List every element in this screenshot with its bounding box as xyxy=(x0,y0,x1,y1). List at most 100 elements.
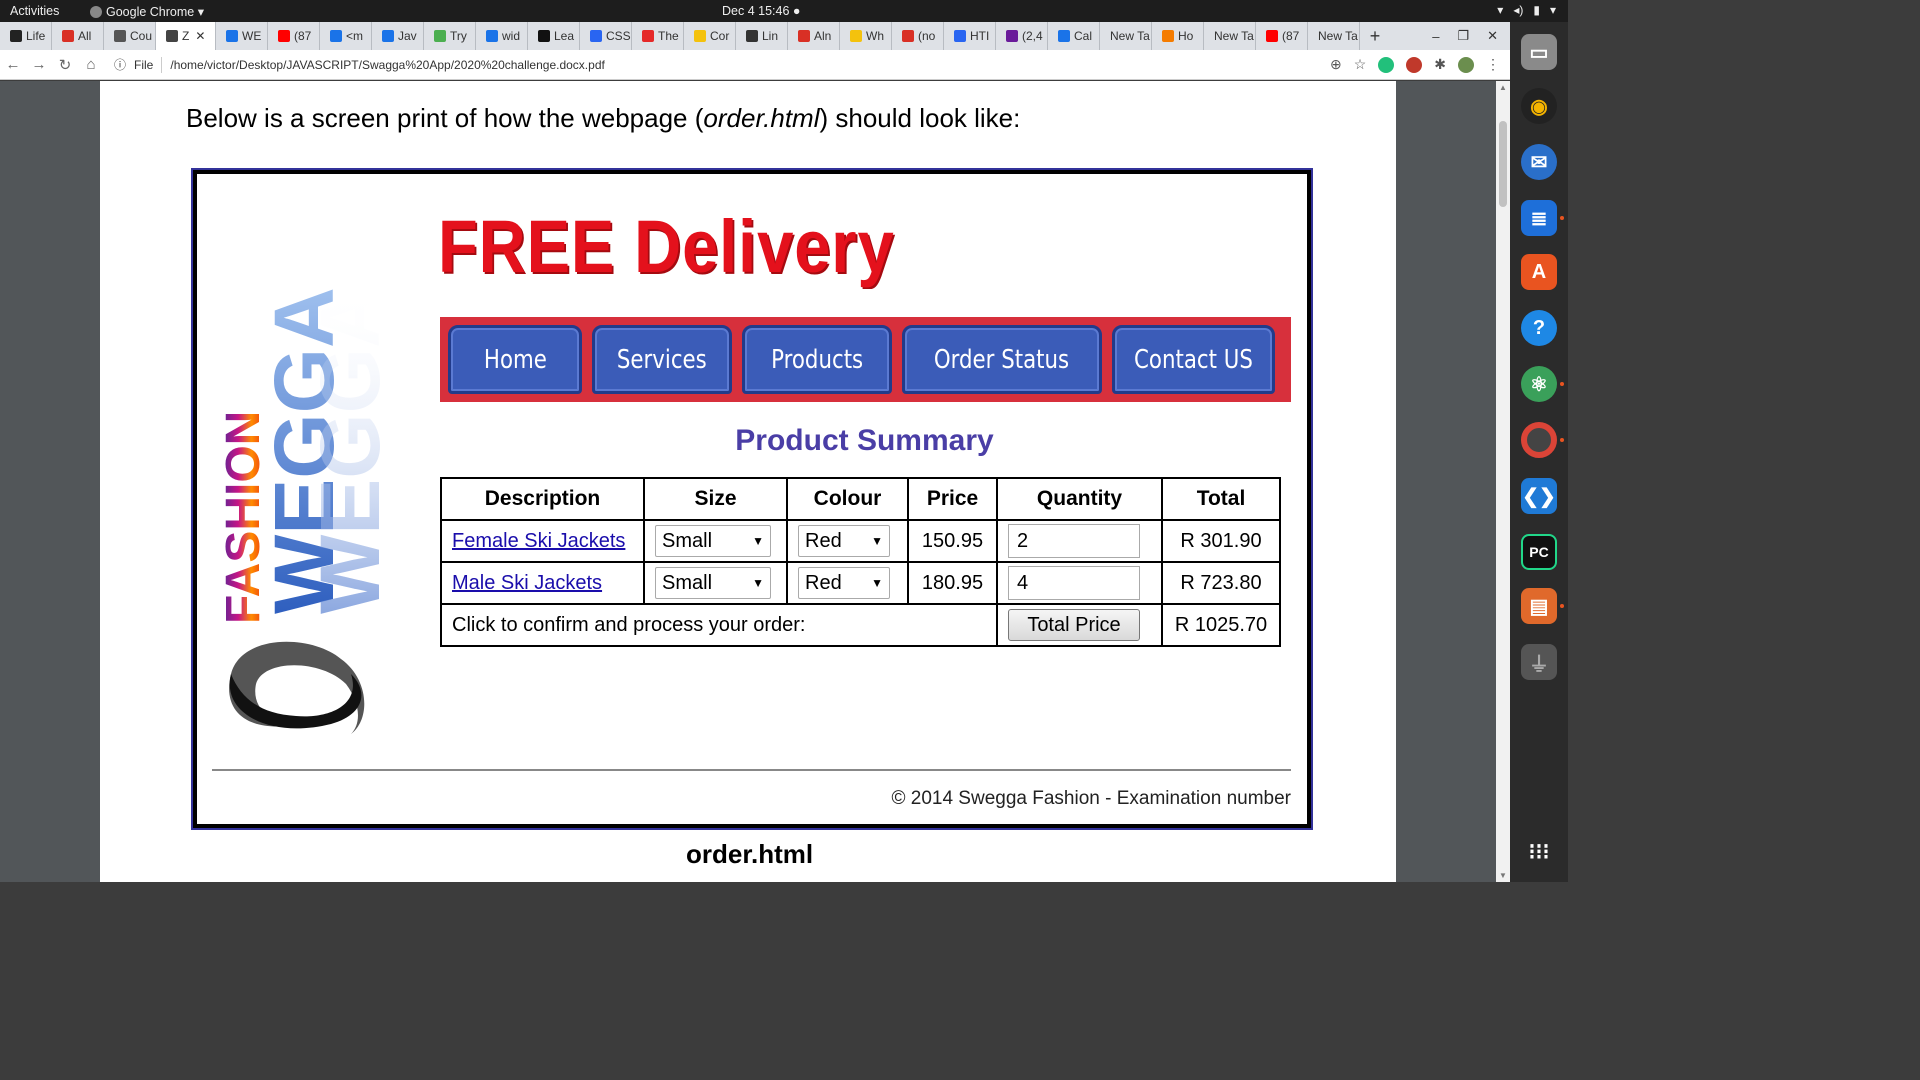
footer-divider xyxy=(212,769,1291,771)
bug-extension-icon[interactable] xyxy=(1406,56,1423,73)
browser-tab[interactable]: CSS xyxy=(580,22,632,50)
browser-tab[interactable]: HTI xyxy=(944,22,996,50)
home-icon[interactable]: ⌂ xyxy=(78,56,104,73)
browser-tab[interactable]: Aln xyxy=(788,22,840,50)
browser-tab[interactable]: (no xyxy=(892,22,944,50)
browser-tab[interactable]: Ho xyxy=(1152,22,1204,50)
atom-icon[interactable]: ⚛ xyxy=(1521,366,1557,402)
browser-tab[interactable]: Lin xyxy=(736,22,788,50)
scrollbar-thumb[interactable] xyxy=(1499,121,1507,207)
product-link[interactable]: Female Ski Jackets xyxy=(452,530,625,552)
browser-tab[interactable]: (2,4 xyxy=(996,22,1048,50)
chrome-icon[interactable] xyxy=(1521,422,1557,458)
bookmark-star-icon[interactable]: ☆ xyxy=(1354,56,1367,73)
system-tray[interactable]: ▾ ◂) ▮ ▾ xyxy=(1497,3,1556,17)
chrome-menu-icon[interactable]: ⋮ xyxy=(1486,56,1500,73)
tab-label: Lea xyxy=(554,29,575,43)
browser-tab[interactable]: New Ta xyxy=(1204,22,1256,50)
scroll-down-icon[interactable]: ▼ xyxy=(1499,871,1507,880)
intro-filename: order.html xyxy=(703,103,820,133)
browser-tab[interactable]: Life xyxy=(0,22,52,50)
colour-cell: Red ▼ xyxy=(786,519,909,563)
info-icon[interactable]: ⓘ xyxy=(114,56,126,73)
browser-tab[interactable]: <m xyxy=(320,22,372,50)
column-header: Quantity xyxy=(996,477,1163,521)
size-select[interactable]: Small ▼ xyxy=(655,567,771,599)
app-menu[interactable]: Google Chrome ▾ xyxy=(90,4,204,19)
product-link[interactable]: Male Ski Jackets xyxy=(452,572,602,594)
nav-order-status-button[interactable]: Order Status xyxy=(902,325,1102,394)
column-header: Price xyxy=(907,477,998,521)
browser-tab[interactable]: Cal xyxy=(1048,22,1100,50)
zoom-icon[interactable]: ⊕ xyxy=(1330,56,1342,73)
omnibox[interactable]: ⓘ File /home/victor/Desktop/JAVASCRIPT/S… xyxy=(114,56,605,73)
vertical-scrollbar[interactable]: ▲ ▼ xyxy=(1496,81,1510,882)
description-cell: Male Ski Jackets xyxy=(440,561,645,605)
close-window-icon[interactable]: ✕ xyxy=(1487,28,1498,44)
scroll-up-icon[interactable]: ▲ xyxy=(1499,83,1507,92)
browser-tab[interactable]: Cor xyxy=(684,22,736,50)
nav-services-button[interactable]: Services xyxy=(592,325,732,394)
running-indicator xyxy=(1560,438,1564,442)
back-icon[interactable]: ← xyxy=(0,56,26,73)
usb-drive-icon[interactable]: ⏚ xyxy=(1521,644,1557,680)
files-icon[interactable]: ▭ xyxy=(1521,34,1557,70)
minimize-icon[interactable]: – xyxy=(1432,29,1439,44)
quantity-input[interactable] xyxy=(1008,566,1140,600)
browser-tab[interactable]: Lea xyxy=(528,22,580,50)
show-applications-icon[interactable]: ⁝⁝⁝ xyxy=(1521,834,1557,870)
total-price-button[interactable]: Total Price xyxy=(1008,609,1140,641)
profile-avatar[interactable] xyxy=(1458,56,1474,73)
url-text[interactable]: /home/victor/Desktop/JAVASCRIPT/Swagga%2… xyxy=(170,58,604,72)
forward-icon[interactable]: → xyxy=(26,56,52,73)
impress-icon[interactable]: ▤ xyxy=(1521,588,1557,624)
browser-tab[interactable]: New Ta xyxy=(1100,22,1152,50)
clock[interactable]: Dec 4 15:46 ● xyxy=(722,4,800,18)
browser-tab[interactable]: Cou xyxy=(104,22,156,50)
size-select[interactable]: Small ▼ xyxy=(655,525,771,557)
url-scheme: File xyxy=(134,57,154,72)
new-tab-button[interactable]: + xyxy=(1360,26,1390,47)
intro-text-end: ) should look like: xyxy=(819,103,1021,133)
nav-home-button[interactable]: Home xyxy=(448,325,582,394)
intro-text-start: Below is a screen print of how the webpa… xyxy=(186,103,704,133)
table-footer-row: Click to confirm and process your order:… xyxy=(440,603,1281,647)
total-button-cell: Total Price xyxy=(996,603,1163,647)
tab-favicon-icon xyxy=(902,30,914,42)
nav-contact-us-button[interactable]: Contact US xyxy=(1112,325,1275,394)
pycharm-icon[interactable]: PC xyxy=(1521,534,1557,570)
browser-tab[interactable]: All xyxy=(52,22,104,50)
running-indicator xyxy=(1560,382,1564,386)
activities-button[interactable]: Activities xyxy=(10,4,59,18)
quantity-input[interactable] xyxy=(1008,524,1140,558)
browser-tab[interactable]: Try xyxy=(424,22,476,50)
app-menu-label: Google Chrome ▾ xyxy=(106,5,204,19)
browser-tab[interactable]: Jav xyxy=(372,22,424,50)
close-tab-icon[interactable]: ✕ xyxy=(195,29,205,43)
thunderbird-icon[interactable]: ✉ xyxy=(1521,144,1557,180)
help-icon[interactable]: ? xyxy=(1521,310,1557,346)
writer-icon[interactable]: ≣ xyxy=(1521,200,1557,236)
browser-tab[interactable]: (87 xyxy=(1256,22,1308,50)
browser-tab[interactable]: (87 xyxy=(268,22,320,50)
reload-icon[interactable]: ↻ xyxy=(52,56,78,74)
browser-tab[interactable]: New Ta xyxy=(1308,22,1360,50)
colour-select[interactable]: Red ▼ xyxy=(798,525,890,557)
nav-products-button[interactable]: Products xyxy=(742,325,892,394)
browser-tab[interactable]: Wh xyxy=(840,22,892,50)
browser-tab[interactable]: The xyxy=(632,22,684,50)
browser-tab[interactable]: WE xyxy=(216,22,268,50)
browser-tab[interactable]: Z ✕ xyxy=(156,22,216,50)
software-center-icon[interactable]: A xyxy=(1521,254,1557,290)
tab-favicon-icon xyxy=(694,30,706,42)
restore-icon[interactable]: ❐ xyxy=(1457,28,1469,44)
size-select-value: Small xyxy=(662,571,713,594)
rhythmbox-icon[interactable]: ◉ xyxy=(1521,88,1557,124)
browser-tab[interactable]: wid xyxy=(476,22,528,50)
colour-select[interactable]: Red ▼ xyxy=(798,567,890,599)
tab-favicon-icon xyxy=(166,30,178,42)
vscode-icon[interactable]: ❮❯ xyxy=(1521,478,1557,514)
extensions-puzzle-icon[interactable]: ✱ xyxy=(1434,56,1446,73)
grammarly-extension-icon[interactable] xyxy=(1378,56,1395,73)
tab-label: Life xyxy=(26,29,46,43)
